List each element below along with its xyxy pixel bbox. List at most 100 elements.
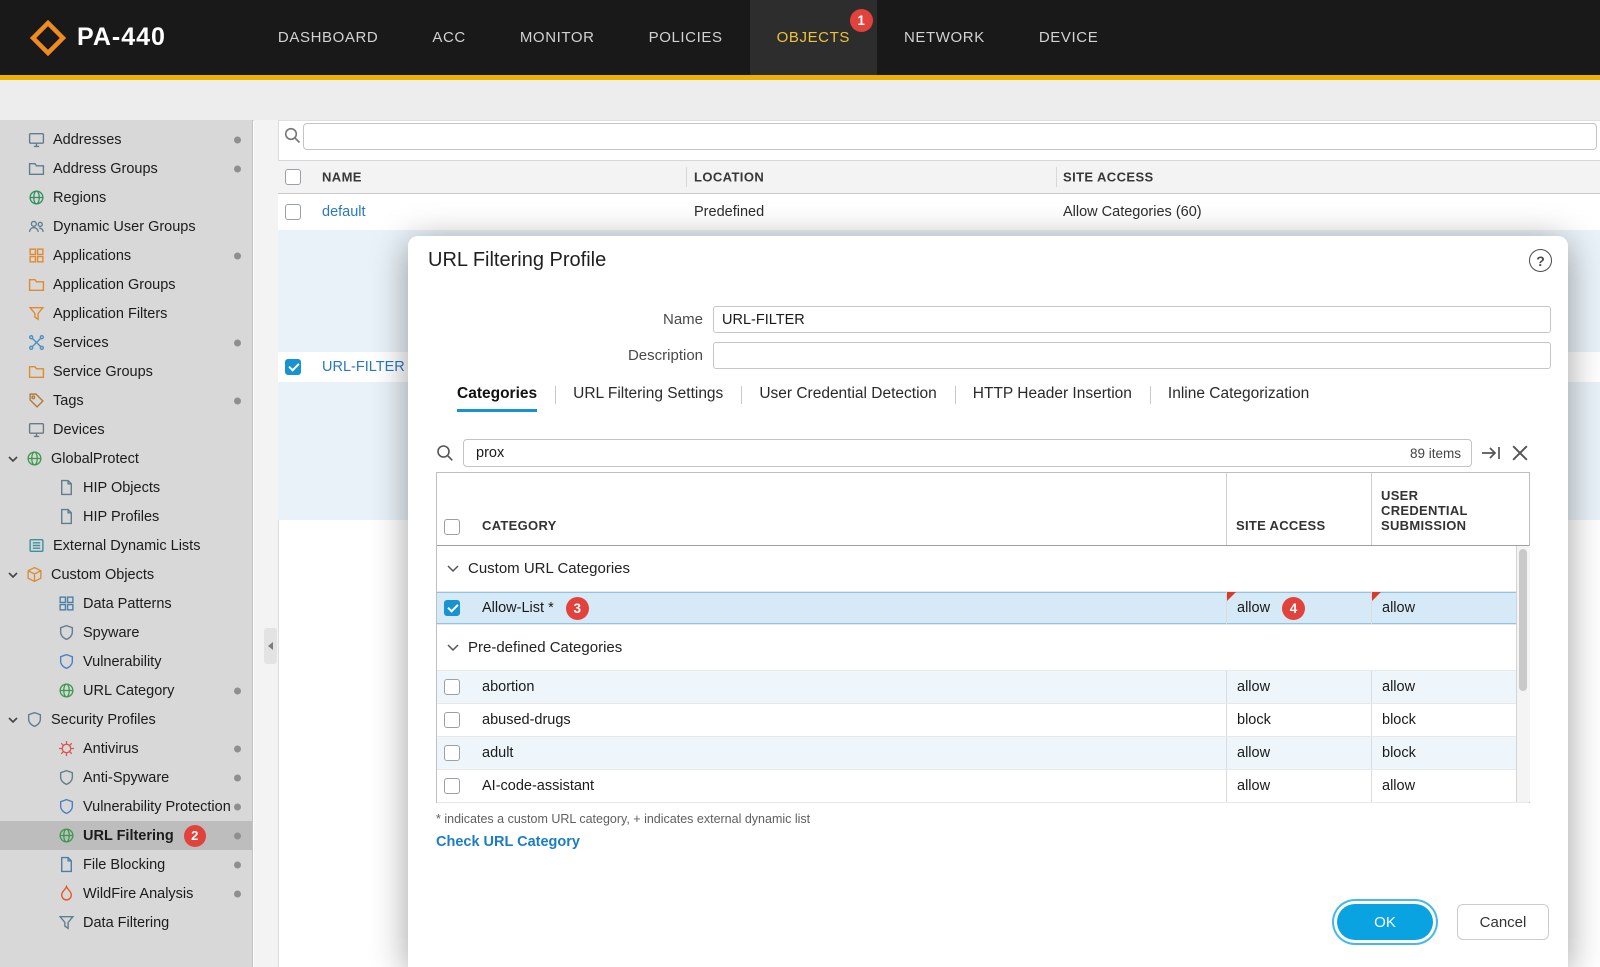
row-checkbox[interactable] (285, 204, 301, 220)
chevron-down-icon[interactable] (8, 717, 18, 723)
select-all-checkbox[interactable] (444, 519, 460, 535)
category-name: abused-drugs (482, 704, 571, 736)
item-dot (234, 890, 241, 897)
sidebar-item[interactable]: Vulnerability Protection (0, 792, 252, 821)
sidebar-item-label: Regions (53, 190, 106, 206)
check-url-category-link[interactable]: Check URL Category (436, 834, 580, 850)
chevron-down-icon[interactable] (447, 644, 459, 651)
row-checkbox[interactable] (444, 600, 460, 616)
description-input[interactable] (713, 342, 1551, 369)
dialog-tab[interactable]: User Credential Detection (741, 378, 954, 412)
category-group-label: Pre-defined Categories (468, 639, 622, 656)
table-scrollbar[interactable] (1516, 546, 1530, 802)
sidebar-item[interactable]: GlobalProtect (0, 444, 252, 473)
apply-filter-icon[interactable] (1481, 445, 1501, 461)
accent-underline (0, 75, 1600, 80)
category-row[interactable]: Pre-defined Categories (437, 625, 1529, 671)
table-row[interactable]: default Predefined Allow Categories (60) (278, 194, 1600, 231)
site-access-cell[interactable]: allow (1226, 770, 1371, 802)
nav-tab[interactable]: NETWORK (877, 0, 1012, 75)
sidebar-item[interactable]: Application Filters (0, 299, 252, 328)
sidebar-item[interactable]: Address Groups (0, 154, 252, 183)
sidebar-item[interactable]: Anti-Spyware (0, 763, 252, 792)
nav-tab-label: POLICIES (649, 29, 723, 46)
sidebar-item[interactable]: Application Groups (0, 270, 252, 299)
sidebar-item[interactable]: Antivirus (0, 734, 252, 763)
category-search-box: 89 items (463, 439, 1472, 467)
site-access-cell[interactable]: allow 4 (1226, 592, 1371, 624)
category-row[interactable]: Custom URL Categories (437, 546, 1529, 592)
sidebar-item[interactable]: HIP Objects (0, 473, 252, 502)
dialog-tab[interactable]: Categories (439, 378, 555, 412)
nav-tab[interactable]: ACC (405, 0, 492, 75)
sidebar-item[interactable]: Regions (0, 183, 252, 212)
nav-tab[interactable]: OBJECTS 1 (750, 0, 877, 75)
dialog-tab[interactable]: HTTP Header Insertion (955, 378, 1150, 412)
user-credential-cell[interactable]: allow (1371, 592, 1516, 624)
sidebar-item[interactable]: Applications (0, 241, 252, 270)
category-row[interactable]: abortion allow allow (437, 671, 1529, 704)
chevron-down-icon[interactable] (8, 572, 18, 578)
category-row[interactable]: adult allow block (437, 737, 1529, 770)
sidebar-item[interactable]: Tags (0, 386, 252, 415)
row-checkbox[interactable] (285, 359, 301, 375)
site-access-cell[interactable]: allow (1226, 737, 1371, 769)
profiles-search-input[interactable] (303, 123, 1597, 150)
sidebar-item[interactable]: WildFire Analysis (0, 879, 252, 908)
nav-tab[interactable]: POLICIES (622, 0, 750, 75)
sidebar-item[interactable]: Dynamic User Groups (0, 212, 252, 241)
sidebar-item[interactable]: Security Profiles (0, 705, 252, 734)
nav-tab[interactable]: DASHBOARD (251, 0, 405, 75)
sidebar-collapse-handle[interactable] (264, 628, 277, 664)
user-credential-cell[interactable]: allow (1371, 671, 1516, 703)
user-credential-cell[interactable]: allow (1371, 770, 1516, 802)
category-row[interactable]: abused-drugs block block (437, 704, 1529, 737)
profile-name-link[interactable]: default (322, 204, 366, 220)
sidebar-item-label: File Blocking (83, 857, 165, 873)
sidebar-item[interactable]: File Blocking (0, 850, 252, 879)
sidebar-item[interactable]: Data Patterns (0, 589, 252, 618)
site-access-cell[interactable]: block (1226, 704, 1371, 736)
category-search-input[interactable] (474, 444, 1410, 462)
row-checkbox[interactable] (444, 712, 460, 728)
user-credential-cell[interactable]: block (1371, 704, 1516, 736)
chevron-down-icon[interactable] (8, 456, 18, 462)
sidebar-item[interactable]: Custom Objects (0, 560, 252, 589)
row-checkbox[interactable] (444, 679, 460, 695)
sidebar-item[interactable]: Devices (0, 415, 252, 444)
sidebar-item[interactable]: Service Groups (0, 357, 252, 386)
chevron-down-icon[interactable] (447, 565, 459, 572)
dialog-tab[interactable]: URL Filtering Settings (555, 378, 741, 412)
dialog-tab-label: User Credential Detection (759, 379, 936, 412)
globalprotect-icon (26, 450, 43, 467)
sidebar-item-label: Custom Objects (51, 567, 154, 583)
clear-filter-icon[interactable] (1510, 445, 1530, 461)
dialog-tab[interactable]: Inline Categorization (1150, 378, 1327, 412)
category-row[interactable]: AI-code-assistant allow allow (437, 770, 1529, 803)
hip-profiles-icon (58, 508, 75, 525)
profile-name-link[interactable]: URL-FILTER (322, 359, 405, 375)
sidebar-item[interactable]: Services (0, 328, 252, 357)
ok-button[interactable]: OK (1337, 904, 1433, 940)
sidebar-item[interactable]: External Dynamic Lists (0, 531, 252, 560)
sidebar-item[interactable]: Spyware (0, 618, 252, 647)
nav-tab[interactable]: DEVICE (1012, 0, 1125, 75)
sidebar-item[interactable]: URL Filtering 2 (0, 821, 252, 850)
name-input[interactable] (713, 306, 1551, 333)
row-checkbox[interactable] (444, 745, 460, 761)
sidebar-item[interactable]: Addresses (0, 125, 252, 154)
nav-tab[interactable]: MONITOR (493, 0, 622, 75)
sidebar-item[interactable]: URL Category (0, 676, 252, 705)
user-credential-cell[interactable]: block (1371, 737, 1516, 769)
scrollbar-thumb[interactable] (1519, 549, 1527, 691)
sidebar-item[interactable]: HIP Profiles (0, 502, 252, 531)
sidebar-item[interactable]: Data Filtering (0, 908, 252, 937)
row-checkbox[interactable] (444, 778, 460, 794)
site-access-cell[interactable]: allow (1226, 671, 1371, 703)
sidebar-item[interactable]: Vulnerability (0, 647, 252, 676)
item-dot (234, 861, 241, 868)
select-all-checkbox[interactable] (285, 169, 301, 185)
category-row[interactable]: Allow-List * 3 allow 4 allow (437, 592, 1529, 625)
help-icon[interactable]: ? (1529, 249, 1552, 272)
cancel-button[interactable]: Cancel (1457, 904, 1549, 940)
